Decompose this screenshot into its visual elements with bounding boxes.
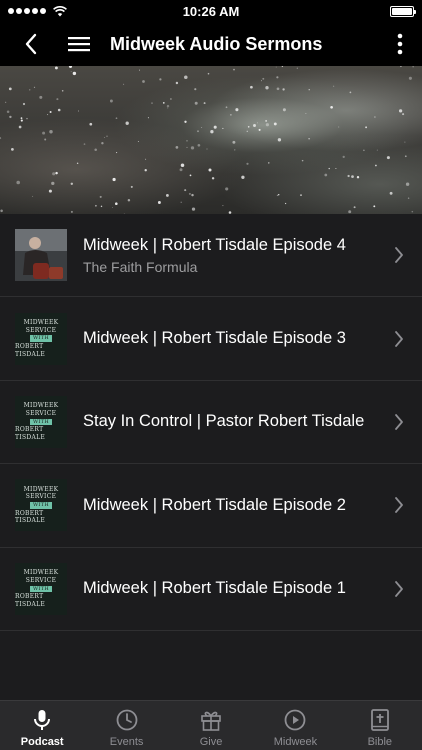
episode-title: Stay In Control | Pastor Robert Tisdale bbox=[83, 412, 365, 431]
episode-row[interactable]: MIDWEEK SERVICE WITH ROBERT TISDALE Midweek … bbox=[0, 464, 422, 548]
thumbnail-text: ROBERT TISDALE bbox=[15, 426, 46, 442]
more-vertical-icon bbox=[397, 33, 403, 55]
tab-bible[interactable]: Bible bbox=[338, 701, 422, 750]
episode-texts: Midweek | Robert Tisdale Episode 4 The Fa… bbox=[83, 236, 384, 275]
episode-list: Midweek | Robert Tisdale Episode 4 The Fa… bbox=[0, 214, 422, 631]
tab-label: Events bbox=[109, 736, 144, 748]
tab-events[interactable]: Events bbox=[84, 701, 168, 750]
menu-button[interactable] bbox=[62, 22, 96, 66]
episode-texts: Midweek | Robert Tisdale Episode 1 bbox=[83, 579, 384, 598]
more-options-button[interactable] bbox=[378, 22, 422, 66]
bible-icon bbox=[368, 708, 392, 732]
episode-row[interactable]: MIDWEEK SERVICE WITH ROBERT TISDALE Stay In … bbox=[0, 381, 422, 465]
thumbnail-text: ROBERT TISDALE bbox=[15, 593, 46, 608]
tab-label: Bible bbox=[367, 736, 393, 748]
episode-thumbnail: MIDWEEK SERVICE WITH ROBERT TISDALE bbox=[15, 479, 67, 532]
header-image bbox=[0, 66, 422, 214]
episode-title: Midweek | Robert Tisdale Episode 2 bbox=[83, 495, 346, 514]
back-button[interactable] bbox=[0, 22, 62, 66]
chevron-right-icon bbox=[384, 413, 414, 431]
episode-title: Midweek | Robert Tisdale Episode 1 bbox=[83, 579, 346, 598]
chevron-right-icon bbox=[384, 580, 414, 598]
hamburger-icon bbox=[68, 37, 90, 52]
tab-midweek[interactable]: Midweek bbox=[253, 701, 337, 750]
episode-texts: Midweek | Robert Tisdale Episode 3 bbox=[83, 329, 384, 348]
chevron-left-icon bbox=[25, 33, 37, 55]
thumbnail-text: MIDWEEK bbox=[23, 402, 59, 410]
thumbnail-text: MIDWEEK bbox=[23, 318, 59, 326]
episode-row[interactable]: Midweek | Robert Tisdale Episode 4 The Fa… bbox=[0, 214, 422, 298]
thumbnail-text: ROBERT TISDALE bbox=[15, 509, 46, 525]
gift-icon bbox=[199, 708, 223, 732]
page-title: Midweek Audio Sermons bbox=[110, 33, 323, 54]
microphone-icon bbox=[30, 708, 54, 732]
tab-label: Midweek bbox=[273, 736, 318, 748]
thumbnail-text: WITH bbox=[29, 335, 52, 342]
thumbnail-text: WITH bbox=[29, 418, 52, 426]
chevron-right-icon bbox=[384, 246, 414, 264]
status-bar: 10:26 AM bbox=[0, 0, 422, 22]
nav-bar: Midweek Audio Sermons bbox=[0, 22, 422, 66]
thumbnail-text: SERVICE bbox=[25, 576, 57, 584]
tab-label: Podcast bbox=[20, 736, 64, 748]
thumbnail-text: SERVICE bbox=[25, 409, 57, 417]
episode-thumbnail: MIDWEEK SERVICE WITH ROBERT TISDALE bbox=[15, 562, 67, 615]
episode-subtitle: The Faith Formula bbox=[83, 258, 198, 275]
thumbnail-text: SERVICE bbox=[25, 326, 57, 334]
snow-texture bbox=[0, 66, 414, 214]
episode-texts: Stay In Control | Pastor Robert Tisdale bbox=[83, 412, 384, 431]
tab-label: Give bbox=[199, 736, 223, 748]
play-circle-icon bbox=[283, 708, 307, 732]
clock-icon bbox=[115, 708, 139, 732]
thumbnail-text: MIDWEEK bbox=[23, 485, 59, 493]
signal-strength-icon bbox=[8, 5, 67, 17]
wifi-icon bbox=[53, 5, 67, 16]
tab-bar: Podcast Events Give Midweek Bible bbox=[0, 700, 422, 750]
chevron-right-icon bbox=[384, 330, 414, 348]
episode-thumbnail: MIDWEEK SERVICE WITH ROBERT TISDALE bbox=[15, 312, 67, 365]
thumbnail-text: SERVICE bbox=[25, 493, 57, 501]
chevron-right-icon bbox=[384, 496, 414, 514]
thumbnail-text: MIDWEEK bbox=[23, 568, 59, 576]
thumbnail-text: ROBERT TISDALE bbox=[15, 342, 46, 358]
thumbnail-text: WITH bbox=[29, 585, 52, 592]
episode-title: Midweek | Robert Tisdale Episode 4 bbox=[83, 235, 346, 254]
tab-give[interactable]: Give bbox=[169, 701, 253, 750]
episode-row[interactable]: MIDWEEK SERVICE WITH ROBERT TISDALE Midweek … bbox=[0, 548, 422, 631]
battery-icon bbox=[390, 5, 416, 17]
episode-thumbnail: MIDWEEK SERVICE WITH ROBERT TISDALE bbox=[15, 395, 67, 448]
tab-podcast[interactable]: Podcast bbox=[0, 701, 84, 750]
episode-texts: Midweek | Robert Tisdale Episode 2 bbox=[83, 496, 384, 515]
episode-row[interactable]: MIDWEEK SERVICE WITH ROBERT TISDALE Midweek … bbox=[0, 297, 422, 381]
episode-title: Midweek | Robert Tisdale Episode 3 bbox=[83, 329, 346, 348]
thumbnail-text: WITH bbox=[29, 502, 52, 509]
episode-thumbnail bbox=[15, 229, 67, 282]
